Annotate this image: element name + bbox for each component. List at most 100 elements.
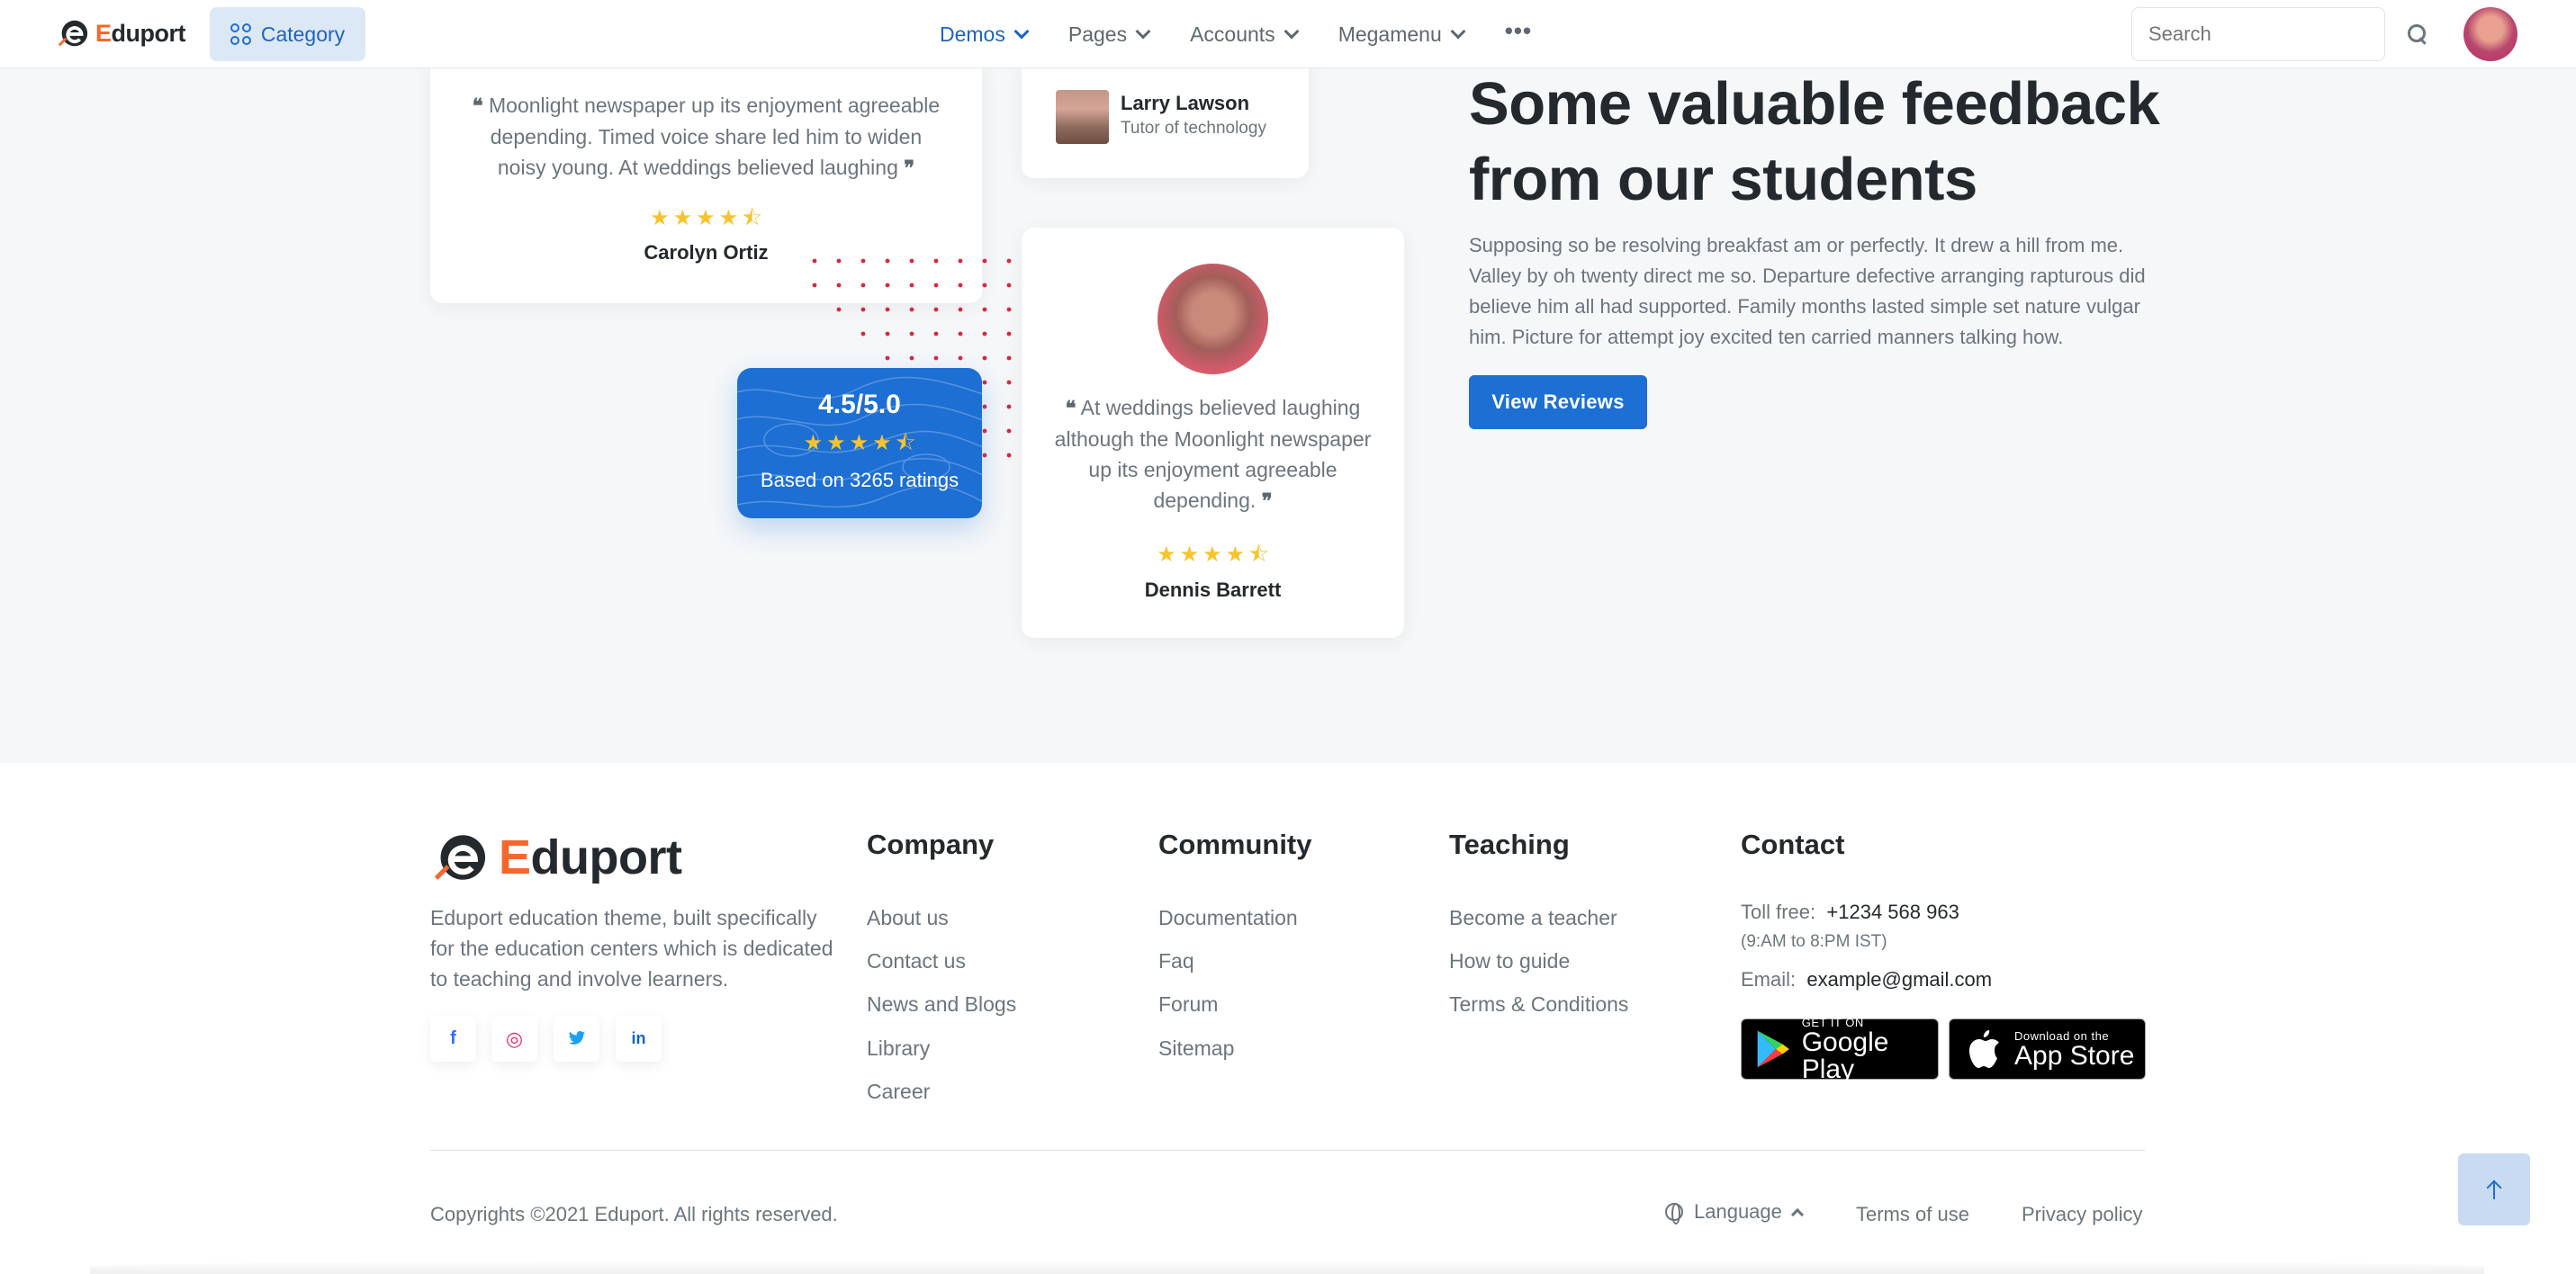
facebook-icon[interactable]: f xyxy=(430,1016,476,1062)
star-icon: ★ xyxy=(803,430,824,455)
decorative-dot xyxy=(982,307,987,312)
logo-icon xyxy=(434,835,486,880)
decorative-dot xyxy=(982,258,987,264)
decorative-dot xyxy=(836,307,842,312)
footer-link-become-teacher[interactable]: Become a teacher xyxy=(1449,906,1617,930)
testimonial-quote: Moonlight newspaper up its enjoyment agr… xyxy=(489,94,941,179)
decorative-dot xyxy=(982,331,987,336)
nav-pages-label: Pages xyxy=(1067,22,1128,46)
instagram-icon[interactable]: ◎ xyxy=(491,1016,537,1062)
bottom-shadow xyxy=(90,1260,2484,1274)
footer-link-about[interactable]: About us xyxy=(867,906,949,930)
decorative-dot xyxy=(982,283,987,288)
chevron-down-icon xyxy=(1450,23,1466,40)
nav-megamenu[interactable]: Megamenu xyxy=(1338,22,1466,47)
star-icon: ★ xyxy=(718,205,739,230)
language-dropdown[interactable]: Language xyxy=(1665,1200,1804,1225)
footer-link-library[interactable]: Library xyxy=(867,1036,930,1061)
nav-megamenu-label: Megamenu xyxy=(1338,22,1442,46)
logo-text: duport xyxy=(111,19,186,47)
decorative-dot xyxy=(909,258,914,264)
top-navbar: Eduport Category Demos Pages Accounts Me… xyxy=(0,0,2576,68)
star-rating: ★ ★ ★ ★ ⯪ xyxy=(430,202,982,239)
decorative-dot xyxy=(958,331,963,336)
decorative-dot xyxy=(1006,453,1012,458)
chevron-up-icon xyxy=(1790,1207,1804,1222)
footer-link-documentation[interactable]: Documentation xyxy=(1158,906,1298,930)
tutor-name: Larry Lawson xyxy=(1121,92,1250,114)
footer-link-how-to-guide[interactable]: How to guide xyxy=(1449,949,1570,973)
decorative-dot xyxy=(958,307,963,312)
decorative-dot xyxy=(982,428,987,434)
footer-heading-teaching: Teaching xyxy=(1449,829,1570,860)
contact-phone: Toll free: +1234 568 963 xyxy=(1741,901,1959,924)
twitter-icon[interactable] xyxy=(554,1016,599,1062)
terms-of-use-link[interactable]: Terms of use xyxy=(1856,1203,1969,1226)
decorative-dot xyxy=(933,355,939,361)
contact-email: Email: example@gmail.com xyxy=(1741,968,1992,991)
footer-link-forum[interactable]: Forum xyxy=(1158,992,1218,1017)
category-button[interactable]: Category xyxy=(210,7,365,61)
nav-accounts[interactable]: Accounts xyxy=(1190,22,1300,47)
twitter-bird-icon xyxy=(568,1031,585,1045)
rating-summary-box: 4.5/5.0 ★ ★ ★ ★ ⯪ Based on 3265 ratings xyxy=(737,368,982,518)
decorative-dot xyxy=(885,355,890,361)
footer: Eduport Eduport education theme, built s… xyxy=(0,763,2576,1274)
nav-demos-label: Demos xyxy=(940,22,1005,46)
category-grid-icon xyxy=(230,23,252,45)
decorative-dot xyxy=(1006,380,1012,385)
decorative-dot xyxy=(812,258,817,264)
star-icon: ★ xyxy=(1225,542,1246,567)
decorative-dot xyxy=(885,258,890,264)
tutor-card-larry: Larry Lawson Tutor of technology xyxy=(1022,54,1309,178)
nav-pages[interactable]: Pages xyxy=(1067,22,1151,47)
decorative-dot xyxy=(836,258,842,264)
contact-phone-value[interactable]: +1234 568 963 xyxy=(1826,901,1959,923)
decorative-dot xyxy=(1006,428,1012,434)
decorative-dot xyxy=(1006,283,1012,288)
footer-heading-contact: Contact xyxy=(1741,829,1845,860)
footer-link-contact[interactable]: Contact us xyxy=(867,949,966,973)
decorative-dot xyxy=(982,380,987,385)
footer-heading-community: Community xyxy=(1158,829,1312,860)
nav-demos[interactable]: Demos xyxy=(940,22,1030,47)
google-play-text: GET IT ON Google Play xyxy=(1802,1016,1938,1083)
star-rating: ★ ★ ★ ★ ⯪ xyxy=(1022,539,1404,576)
apple-icon xyxy=(1969,1030,1999,1068)
decorative-dot xyxy=(1006,307,1012,312)
star-icon: ★ xyxy=(826,430,846,455)
logo[interactable]: Eduport xyxy=(56,16,186,50)
user-avatar[interactable] xyxy=(2463,7,2517,61)
decorative-dot xyxy=(982,355,987,361)
more-menu-icon[interactable]: ••• xyxy=(1505,17,1532,45)
tutor-role: Tutor of technology xyxy=(1121,119,1266,138)
footer-link-terms-conditions[interactable]: Terms & Conditions xyxy=(1449,992,1628,1017)
footer-link-faq[interactable]: Faq xyxy=(1158,949,1194,973)
view-reviews-button[interactable]: View Reviews xyxy=(1469,375,1647,429)
testimonial-quote-container: ❝ Moonlight newspaper up its enjoyment a… xyxy=(466,90,946,184)
chevron-down-icon xyxy=(1135,23,1151,40)
privacy-policy-link[interactable]: Privacy policy xyxy=(2022,1203,2142,1226)
back-to-top-button[interactable] xyxy=(2458,1153,2530,1225)
google-play-big: Google Play xyxy=(1801,1027,1889,1084)
contact-email-value[interactable]: example@gmail.com xyxy=(1806,968,1992,991)
footer-link-career[interactable]: Career xyxy=(867,1080,930,1104)
google-play-badge[interactable]: GET IT ON Google Play xyxy=(1741,1016,1939,1083)
app-store-badge[interactable]: Download on the App Store xyxy=(1949,1018,2146,1080)
copyright-text: Copyrights ©2021 Eduport. All rights res… xyxy=(430,1203,838,1225)
language-label: Language xyxy=(1694,1200,1782,1223)
star-icon: ★ xyxy=(672,205,693,230)
quote-open-icon: ❝ xyxy=(472,94,483,118)
footer-description: Eduport education theme, built specifica… xyxy=(430,906,833,991)
decorative-dot xyxy=(885,331,890,336)
linkedin-icon[interactable]: in xyxy=(616,1016,662,1062)
logo-text: duport xyxy=(530,830,682,884)
search-input[interactable] xyxy=(2148,22,2408,46)
footer-link-news[interactable]: News and Blogs xyxy=(867,992,1016,1017)
quote-close-icon: ❞ xyxy=(904,157,915,180)
footer-logo[interactable]: Eduport xyxy=(430,828,682,887)
footer-link-sitemap[interactable]: Sitemap xyxy=(1158,1036,1234,1061)
footer-divider xyxy=(430,1150,2145,1151)
decorative-dot xyxy=(836,283,842,288)
decorative-dot xyxy=(933,258,939,264)
